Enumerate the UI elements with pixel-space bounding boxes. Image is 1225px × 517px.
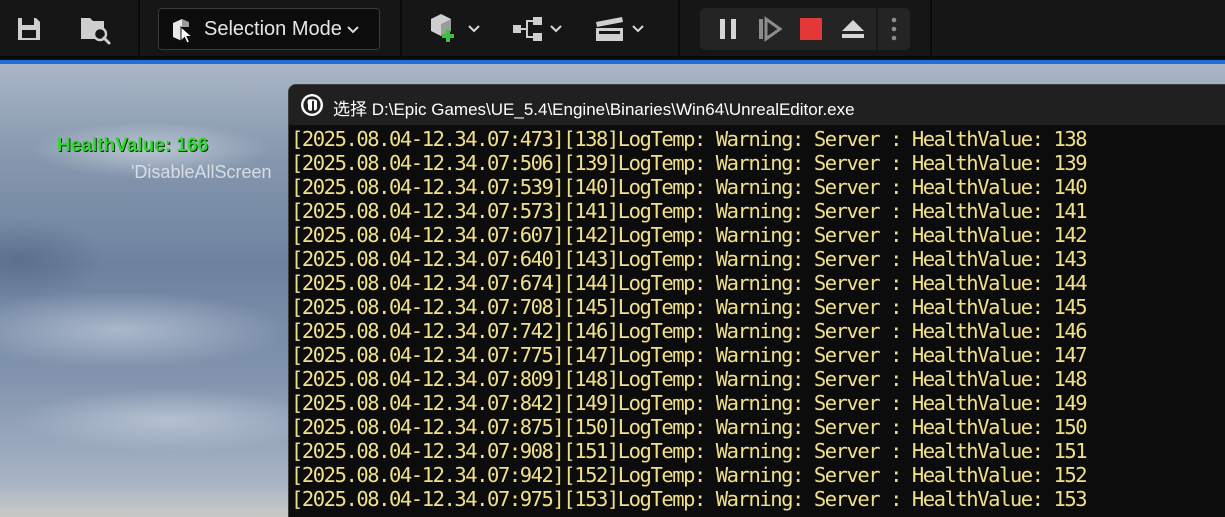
toolbar-divider xyxy=(930,0,932,58)
chevron-down-icon xyxy=(632,25,644,33)
pause-icon xyxy=(720,19,736,39)
eject-button[interactable] xyxy=(832,8,874,50)
blueprint-icon xyxy=(513,17,542,41)
log-line: [2025.08.04-12.34.07:742][146]LogTemp: W… xyxy=(291,319,1225,343)
selection-mode-icon xyxy=(173,19,194,43)
log-prefix: [2025.08.04-12.34.07:573][141] xyxy=(291,199,619,223)
console-output[interactable]: [2025.08.04-12.34.07:473][138]LogTemp: W… xyxy=(291,127,1225,517)
log-message: LogTemp: Warning: Server : HealthValue: … xyxy=(617,271,1088,295)
add-actor-button[interactable] xyxy=(420,10,484,48)
log-prefix: [2025.08.04-12.34.07:809][148] xyxy=(291,367,619,391)
log-prefix: [2025.08.04-12.34.07:607][142] xyxy=(291,223,619,247)
console-titlebar[interactable]: 选择 D:\Epic Games\UE_5.4\Engine\Binaries\… xyxy=(289,85,1225,125)
more-options-button[interactable] xyxy=(880,8,908,50)
log-prefix: [2025.08.04-12.34.07:674][144] xyxy=(291,271,619,295)
log-message: LogTemp: Warning: Server : HealthValue: … xyxy=(617,175,1088,199)
log-prefix: [2025.08.04-12.34.07:775][147] xyxy=(291,343,619,367)
health-value-onscreen-text: HealthValue: 166 xyxy=(57,135,209,156)
log-line: [2025.08.04-12.34.07:640][143]LogTemp: W… xyxy=(291,247,1225,271)
log-line: [2025.08.04-12.34.07:775][147]LogTemp: W… xyxy=(291,343,1225,367)
stop-button[interactable] xyxy=(790,8,832,50)
eject-icon xyxy=(842,20,864,38)
stop-icon xyxy=(800,18,822,40)
log-message: LogTemp: Warning: Server : HealthValue: … xyxy=(617,367,1088,391)
chevron-down-icon xyxy=(550,25,562,33)
log-message: LogTemp: Warning: Server : HealthValue: … xyxy=(617,343,1088,367)
log-message: LogTemp: Warning: Server : HealthValue: … xyxy=(617,487,1088,511)
log-line: [2025.08.04-12.34.07:506][139]LogTemp: W… xyxy=(291,151,1225,175)
log-prefix: [2025.08.04-12.34.07:975][153] xyxy=(291,487,619,511)
log-line: [2025.08.04-12.34.07:539][140]LogTemp: W… xyxy=(291,175,1225,199)
log-message: LogTemp: Warning: Server : HealthValue: … xyxy=(617,439,1088,463)
chevron-down-icon xyxy=(468,25,480,33)
log-line: [2025.08.04-12.34.07:607][142]LogTemp: W… xyxy=(291,223,1225,247)
log-message: LogTemp: Warning: Server : HealthValue: … xyxy=(617,199,1088,223)
content-browser-icon xyxy=(81,18,111,45)
play-controls xyxy=(700,8,910,50)
main-toolbar: Selection Mode xyxy=(0,0,1225,58)
step-forward-icon xyxy=(759,16,783,42)
log-line: [2025.08.04-12.34.07:942][152]LogTemp: W… xyxy=(291,463,1225,487)
toolbar-divider xyxy=(138,0,140,58)
chevron-down-icon xyxy=(347,26,359,34)
unreal-engine-icon xyxy=(301,94,323,116)
browse-content-button[interactable] xyxy=(76,10,114,48)
log-prefix: [2025.08.04-12.34.07:875][150] xyxy=(291,415,619,439)
vertical-ellipsis-icon xyxy=(891,17,897,41)
log-message: LogTemp: Warning: Server : HealthValue: … xyxy=(617,319,1088,343)
log-prefix: [2025.08.04-12.34.07:506][139] xyxy=(291,151,619,175)
log-prefix: [2025.08.04-12.34.07:942][152] xyxy=(291,463,619,487)
toolbar-divider xyxy=(400,0,402,58)
log-message: LogTemp: Warning: Server : HealthValue: … xyxy=(617,151,1088,175)
play-group-divider xyxy=(876,8,878,50)
log-message: LogTemp: Warning: Server : HealthValue: … xyxy=(617,223,1088,247)
cinematics-icon xyxy=(596,17,623,41)
log-message: LogTemp: Warning: Server : HealthValue: … xyxy=(617,415,1088,439)
log-prefix: [2025.08.04-12.34.07:640][143] xyxy=(291,247,619,271)
add-actor-icon xyxy=(431,14,454,42)
selection-mode-label: Selection Mode xyxy=(204,18,342,40)
log-prefix: [2025.08.04-12.34.07:473][138] xyxy=(291,127,619,151)
log-message: LogTemp: Warning: Server : HealthValue: … xyxy=(617,295,1088,319)
log-line: [2025.08.04-12.34.07:975][153]LogTemp: W… xyxy=(291,487,1225,511)
console-window[interactable]: 选择 D:\Epic Games\UE_5.4\Engine\Binaries\… xyxy=(288,84,1225,517)
log-message: LogTemp: Warning: Server : HealthValue: … xyxy=(617,463,1088,487)
console-window-title: 选择 D:\Epic Games\UE_5.4\Engine\Binaries\… xyxy=(333,100,855,119)
log-prefix: [2025.08.04-12.34.07:742][146] xyxy=(291,319,619,343)
log-message: LogTemp: Warning: Server : HealthValue: … xyxy=(617,391,1088,415)
log-line: [2025.08.04-12.34.07:674][144]LogTemp: W… xyxy=(291,271,1225,295)
save-icon xyxy=(18,18,40,40)
save-button[interactable] xyxy=(12,12,46,46)
log-message: LogTemp: Warning: Server : HealthValue: … xyxy=(617,127,1088,151)
blueprint-button[interactable] xyxy=(508,10,566,48)
log-line: [2025.08.04-12.34.07:573][141]LogTemp: W… xyxy=(291,199,1225,223)
selection-mode-dropdown[interactable]: Selection Mode xyxy=(158,8,380,50)
log-message: LogTemp: Warning: Server : HealthValue: … xyxy=(617,247,1088,271)
log-line: [2025.08.04-12.34.07:875][150]LogTemp: W… xyxy=(291,415,1225,439)
log-prefix: [2025.08.04-12.34.07:842][149] xyxy=(291,391,619,415)
cinematics-button[interactable] xyxy=(590,10,648,48)
log-prefix: [2025.08.04-12.34.07:908][151] xyxy=(291,439,619,463)
skip-frame-button[interactable] xyxy=(750,8,790,50)
disable-all-screen-messages-hint: 'DisableAllScreen xyxy=(131,162,272,182)
log-line: [2025.08.04-12.34.07:473][138]LogTemp: W… xyxy=(291,127,1225,151)
log-line: [2025.08.04-12.34.07:809][148]LogTemp: W… xyxy=(291,367,1225,391)
log-prefix: [2025.08.04-12.34.07:708][145] xyxy=(291,295,619,319)
log-line: [2025.08.04-12.34.07:708][145]LogTemp: W… xyxy=(291,295,1225,319)
log-prefix: [2025.08.04-12.34.07:539][140] xyxy=(291,175,619,199)
pause-button[interactable] xyxy=(708,8,748,50)
log-line: [2025.08.04-12.34.07:908][151]LogTemp: W… xyxy=(291,439,1225,463)
viewport-active-border xyxy=(0,60,1225,64)
toolbar-divider xyxy=(678,0,680,58)
log-line: [2025.08.04-12.34.07:842][149]LogTemp: W… xyxy=(291,391,1225,415)
